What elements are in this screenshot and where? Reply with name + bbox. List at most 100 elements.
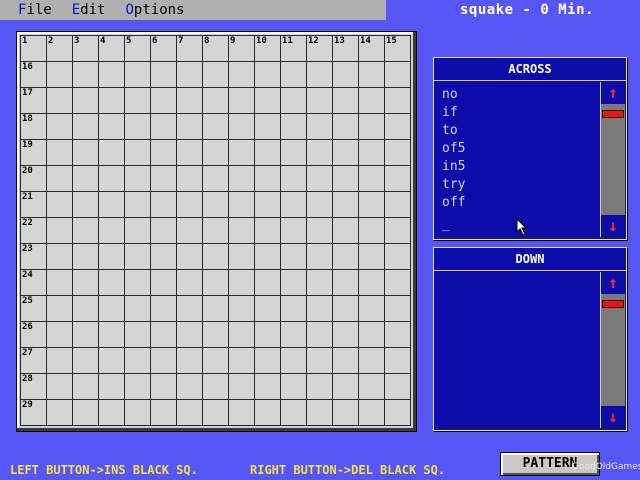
grid-cell[interactable] xyxy=(177,348,203,374)
grid-cell[interactable] xyxy=(125,192,151,218)
grid-cell[interactable]: 5 xyxy=(125,36,151,62)
grid-cell[interactable] xyxy=(73,348,99,374)
grid-cell[interactable] xyxy=(359,400,385,426)
grid-cell[interactable] xyxy=(151,270,177,296)
grid-cell[interactable] xyxy=(359,218,385,244)
grid-cell[interactable] xyxy=(177,114,203,140)
grid-cell[interactable] xyxy=(307,88,333,114)
arrow-up-icon[interactable]: ↑ xyxy=(601,272,625,294)
grid-cell[interactable] xyxy=(47,192,73,218)
grid-cell[interactable]: 19 xyxy=(21,140,47,166)
grid-cell[interactable] xyxy=(255,374,281,400)
grid-cell[interactable] xyxy=(125,348,151,374)
grid-cell[interactable] xyxy=(255,322,281,348)
grid-cell[interactable] xyxy=(125,374,151,400)
grid-cell[interactable] xyxy=(203,114,229,140)
grid-cell[interactable] xyxy=(151,374,177,400)
grid-cell[interactable] xyxy=(177,166,203,192)
grid-cell[interactable]: 24 xyxy=(21,270,47,296)
grid-cell[interactable] xyxy=(281,192,307,218)
grid-cell[interactable] xyxy=(99,62,125,88)
grid-cell[interactable] xyxy=(203,192,229,218)
grid-cell[interactable] xyxy=(99,322,125,348)
grid-cell[interactable] xyxy=(99,88,125,114)
grid-cell[interactable]: 4 xyxy=(99,36,125,62)
grid-cell[interactable] xyxy=(307,270,333,296)
menu-edit[interactable]: Edit xyxy=(72,2,106,18)
grid-cell[interactable]: 13 xyxy=(333,36,359,62)
grid-cell[interactable] xyxy=(177,192,203,218)
grid-cell[interactable] xyxy=(47,62,73,88)
grid-cell[interactable] xyxy=(307,348,333,374)
grid-cell[interactable] xyxy=(177,244,203,270)
grid-cell[interactable] xyxy=(359,374,385,400)
grid-cell[interactable] xyxy=(73,374,99,400)
grid-cell[interactable] xyxy=(229,62,255,88)
grid-cell[interactable] xyxy=(125,88,151,114)
grid-cell[interactable] xyxy=(151,218,177,244)
grid-cell[interactable] xyxy=(359,348,385,374)
grid-cell[interactable] xyxy=(229,140,255,166)
grid-cell[interactable] xyxy=(177,400,203,426)
menu-file[interactable]: File xyxy=(18,2,52,18)
grid-cell[interactable] xyxy=(73,140,99,166)
grid-cell[interactable]: 21 xyxy=(21,192,47,218)
grid-cell[interactable] xyxy=(359,166,385,192)
grid-cell[interactable] xyxy=(99,114,125,140)
grid-cell[interactable] xyxy=(47,218,73,244)
grid-cell[interactable] xyxy=(229,244,255,270)
grid-cell[interactable]: 11 xyxy=(281,36,307,62)
grid-cell[interactable] xyxy=(333,192,359,218)
grid-cell[interactable] xyxy=(281,348,307,374)
grid-cell[interactable] xyxy=(73,166,99,192)
grid-cell[interactable]: 25 xyxy=(21,296,47,322)
grid-cell[interactable] xyxy=(151,114,177,140)
grid-cell[interactable] xyxy=(47,140,73,166)
grid-cell[interactable]: 14 xyxy=(359,36,385,62)
grid-cell[interactable] xyxy=(229,218,255,244)
grid-cell[interactable] xyxy=(307,218,333,244)
grid-cell[interactable] xyxy=(151,322,177,348)
grid-cell[interactable]: 28 xyxy=(21,374,47,400)
grid-cell[interactable] xyxy=(229,192,255,218)
grid-cell[interactable] xyxy=(203,244,229,270)
grid-cell[interactable] xyxy=(281,244,307,270)
grid-cell[interactable]: 9 xyxy=(229,36,255,62)
grid-cell[interactable] xyxy=(385,374,411,400)
grid-cell[interactable]: 27 xyxy=(21,348,47,374)
grid-cell[interactable] xyxy=(255,62,281,88)
grid-cell[interactable] xyxy=(151,296,177,322)
arrow-down-icon[interactable]: ↓ xyxy=(601,406,625,428)
grid-cell[interactable] xyxy=(177,62,203,88)
grid-cell[interactable] xyxy=(333,296,359,322)
grid-cell[interactable] xyxy=(47,114,73,140)
grid-cell[interactable] xyxy=(385,140,411,166)
grid-cell[interactable] xyxy=(125,270,151,296)
grid-cell[interactable] xyxy=(359,192,385,218)
grid-cell[interactable] xyxy=(385,270,411,296)
grid-cell[interactable] xyxy=(229,166,255,192)
grid-cell[interactable] xyxy=(151,62,177,88)
grid-cell[interactable] xyxy=(125,62,151,88)
grid-cell[interactable]: 16 xyxy=(21,62,47,88)
grid-cell[interactable] xyxy=(125,114,151,140)
grid-cell[interactable] xyxy=(203,296,229,322)
grid-cell[interactable]: 26 xyxy=(21,322,47,348)
grid-cell[interactable] xyxy=(229,322,255,348)
grid-cell[interactable] xyxy=(281,218,307,244)
grid-cell[interactable] xyxy=(333,62,359,88)
grid-cell[interactable] xyxy=(359,296,385,322)
grid-cell[interactable] xyxy=(307,192,333,218)
grid-cell[interactable] xyxy=(281,296,307,322)
grid-cell[interactable]: 1 xyxy=(21,36,47,62)
grid-cell[interactable] xyxy=(73,400,99,426)
list-item[interactable]: of5 xyxy=(442,140,465,158)
grid-cell[interactable] xyxy=(333,244,359,270)
grid-cell[interactable] xyxy=(229,374,255,400)
grid-cell[interactable] xyxy=(333,400,359,426)
grid-cell[interactable] xyxy=(203,400,229,426)
grid-cell[interactable] xyxy=(385,166,411,192)
grid-cell[interactable] xyxy=(203,218,229,244)
grid-cell[interactable]: 6 xyxy=(151,36,177,62)
grid-cell[interactable] xyxy=(281,114,307,140)
